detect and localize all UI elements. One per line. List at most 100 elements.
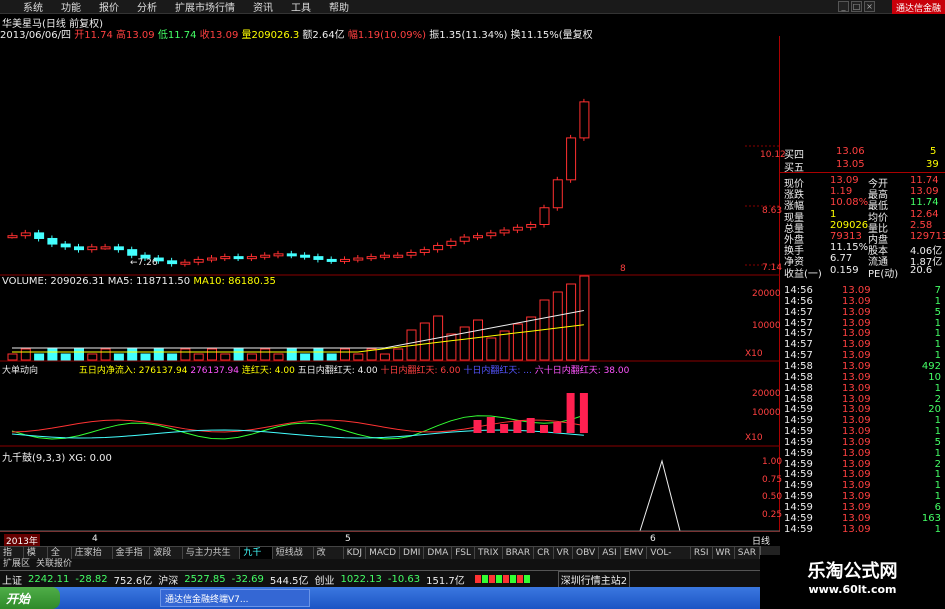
tick-price: 13.09 (842, 447, 871, 459)
x-axis-month: 5 (345, 534, 351, 544)
menu-item[interactable]: 资讯 (244, 0, 282, 14)
tick-price: 13.09 (842, 317, 871, 329)
tab-indicator[interactable]: CR (534, 547, 554, 559)
tick-price: 13.09 (842, 458, 871, 470)
big-order-green-line (11, 414, 585, 440)
volume-bar (446, 333, 457, 361)
stat-value: 0.159 (830, 264, 859, 276)
tab-indicator[interactable]: 金手指3 (113, 547, 151, 570)
tab-indicator[interactable]: SAR (735, 547, 760, 559)
tab-indicator[interactable]: 指标 (0, 547, 24, 570)
window-controls: _ □ × (838, 1, 875, 12)
menu-item[interactable]: 帮助 (320, 0, 358, 14)
tick-time: 14:57 (784, 328, 813, 340)
tab-indicator[interactable]: ASI (599, 547, 621, 559)
tick-price: 13.09 (842, 306, 871, 318)
stat-value: 10.08% (830, 197, 869, 209)
tick-time: 14:59 (784, 502, 813, 513)
tab-indicator[interactable]: WR (713, 547, 735, 559)
tab-indicator[interactable]: BRAR (503, 547, 535, 559)
big-order-axis-label: 10000 (752, 408, 781, 418)
tick-row: 14:59 13.09 1 (780, 480, 945, 491)
tick-row: 14:57 13.09 1 (780, 339, 945, 350)
menu-item[interactable]: 分析 (128, 0, 166, 14)
tab-indicator[interactable]: VOL-TDX (647, 547, 691, 570)
tab-indicator[interactable]: 九千鼓 (240, 547, 273, 570)
tick-time: 14:58 (784, 393, 813, 405)
volume-bar (353, 353, 364, 361)
candle-body (552, 179, 563, 209)
big-order-bar (526, 418, 535, 433)
tab-indicator[interactable]: 全部 (48, 547, 72, 570)
menu-item[interactable]: 扩展市场行情 (166, 0, 244, 14)
volume-bar (286, 348, 297, 361)
tick-price: 13.09 (842, 436, 871, 448)
tab-indicator[interactable]: RSI (691, 547, 713, 559)
candle-body (579, 101, 590, 139)
candle-body (566, 137, 577, 181)
tick-time: 14:57 (784, 350, 813, 362)
big-order-g: 六十日内翻红天: 38.00 (534, 366, 630, 376)
tab-indicator[interactable]: KDJ (344, 547, 367, 559)
tick-volume: 5 (934, 436, 941, 448)
close-icon[interactable]: × (864, 1, 875, 12)
big-order-bar (486, 417, 495, 433)
tab-indicator[interactable]: OBV (573, 547, 600, 559)
start-button[interactable]: 开始 (0, 587, 60, 609)
big-order-axis-label: X10 (745, 433, 763, 443)
volume-bar (486, 337, 497, 361)
stat-value: 11.74 (910, 197, 939, 209)
tick-row: 14:58 13.09 10 (780, 372, 945, 383)
tab-indicator[interactable]: 波段王 (150, 547, 183, 570)
candle-body (273, 253, 284, 257)
tab-indicator[interactable]: 改KDJ (314, 547, 344, 570)
tab-indicator[interactable]: MACD (366, 547, 401, 559)
volume-bar (47, 348, 58, 361)
tab-extension[interactable]: 扩展区 (0, 559, 33, 570)
tab-indicator[interactable]: TRIX (475, 547, 503, 559)
big-order-label: 大单动向 五日内净流入: 276137.94 276137.94 连红天: 4.… (2, 363, 629, 376)
candle-body (34, 232, 45, 239)
volume-bar (60, 353, 71, 361)
tick-volume: 1 (934, 523, 941, 535)
tab-related-quote[interactable]: 关联报价 (33, 559, 75, 570)
tab-indicator[interactable]: DMA (424, 547, 453, 559)
menu-item[interactable]: 功能 (52, 0, 90, 14)
taskbar-item[interactable]: 通达信金融终端V7... (160, 589, 310, 607)
tab-indicator[interactable]: DMI (400, 547, 425, 559)
menu-item[interactable]: 系统 (14, 0, 52, 14)
maximize-icon[interactable]: □ (851, 1, 862, 12)
candle-body (340, 258, 350, 262)
candle-body (419, 249, 430, 253)
tab-indicator[interactable]: 模板 (24, 547, 48, 570)
tab-indicator[interactable]: FSL (452, 547, 476, 559)
tick-time: 14:58 (784, 360, 813, 372)
menu-item[interactable]: 工具 (282, 0, 320, 14)
volume-bar (246, 353, 257, 361)
tab-indicator[interactable]: 庄家抬轿 (72, 547, 113, 570)
index-amount: 151.7亿 (426, 575, 465, 587)
tick-row: 14:59 13.09 1 (780, 448, 945, 459)
index-name: 沪深 (158, 575, 179, 587)
menu-item[interactable]: 报价 (90, 0, 128, 14)
tab-indicator[interactable]: VR (554, 547, 574, 559)
minimize-icon[interactable]: _ (838, 1, 849, 12)
index-change: -32.69 (231, 573, 264, 585)
candle-body (74, 246, 84, 251)
server-label: 深圳行情主站2 (557, 570, 631, 588)
tab-indicator[interactable]: 与主力共生死 (183, 547, 241, 570)
stat-value: 13.09 (910, 186, 939, 198)
tick-price: 13.09 (842, 502, 871, 513)
candle-body (406, 251, 417, 256)
tick-volume: 7 (934, 285, 941, 296)
candle-body (379, 254, 390, 258)
tick-time: 14:57 (784, 317, 813, 329)
tab-indicator[interactable]: 短线战神 (273, 547, 314, 570)
tick-time: 14:59 (784, 404, 813, 416)
tab-indicator[interactable]: EMV (621, 547, 648, 559)
volume-bar (34, 353, 45, 361)
tick-row: 14:59 13.09 163 (780, 513, 945, 524)
ma10-value: MA10: 86180.35 (193, 276, 276, 287)
candle-body (7, 235, 18, 239)
candle-body (207, 257, 217, 261)
